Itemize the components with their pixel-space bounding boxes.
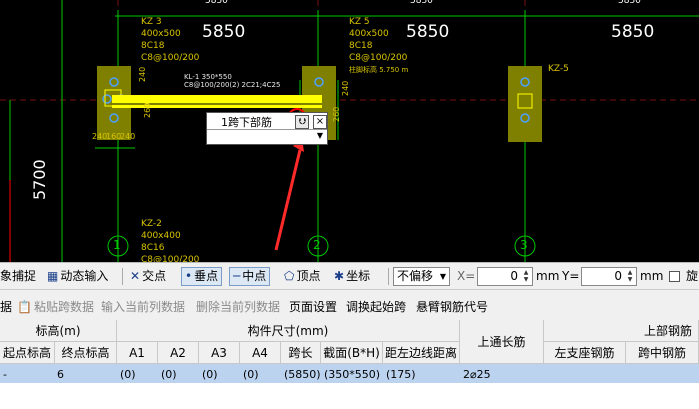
axis-label-2: 2 [313, 238, 321, 252]
bottom-value-1: 240 [92, 132, 108, 141]
y-unit: mm [640, 269, 664, 283]
column-kz5b-label: KZ-5 [548, 64, 569, 74]
dim-span-3: 5850 [611, 22, 655, 42]
combo-arrow-icon[interactable]: ▼ [317, 131, 323, 140]
col-mid-span-rebar: 跨中钢筋 [626, 342, 699, 364]
bottom-value-3: 240 [120, 132, 136, 141]
paste-icon: 📋 [17, 300, 32, 314]
x-coordinate-input[interactable]: 0 ▲ ▼ [477, 267, 533, 286]
cell-end-elevation[interactable]: 6 [57, 368, 64, 381]
side-value-2: 240 [341, 80, 350, 96]
side-value-3: 260 [143, 102, 152, 118]
cell-top-continuous-bar[interactable]: 2⌀25 [463, 368, 491, 381]
popup-header: 1跨下部筋 ⮋ × [207, 113, 327, 130]
col-left-offset: 距左边线距离 [383, 342, 460, 364]
x-unit: mm [536, 269, 560, 283]
cell-span-length[interactable]: (5850) [284, 368, 321, 381]
input-column-data-button[interactable]: 输入当前列数据 [101, 298, 185, 315]
toolbar-separator [122, 268, 123, 285]
cell-section[interactable]: (350*550) [324, 368, 380, 381]
cell-a4[interactable]: (0) [243, 368, 259, 381]
table-row[interactable]: - 6 (0) (0) (0) (0) (5850) (350*550) (17… [0, 364, 699, 383]
cell-a1[interactable]: (0) [120, 368, 136, 381]
dim-span-1: 5850 [202, 22, 246, 42]
annotation-arrow [274, 149, 302, 251]
cell-start-elevation[interactable]: - [3, 368, 7, 381]
col-a3: A3 [199, 342, 240, 364]
toolbar-separator [388, 268, 389, 285]
cell-left-offset[interactable]: (175) [386, 368, 416, 381]
cell-a2[interactable]: (0) [161, 368, 177, 381]
header-top-continuous-bar: 上通长筋 [460, 320, 544, 364]
dim-side: 5700 [30, 159, 49, 200]
vertex-icon: ⬠ [284, 269, 295, 283]
dim-span-2: 5850 [406, 22, 450, 42]
cell-a3[interactable]: (0) [202, 368, 218, 381]
dropdown-arrow-icon: ▼ [439, 272, 446, 281]
col-a2: A2 [158, 342, 199, 364]
intersection-icon: ✕ [130, 269, 141, 283]
coordinate-icon: ✱ [334, 269, 345, 283]
bottom-value-2: 160 [106, 132, 122, 141]
side-value-4: 260 [332, 106, 341, 122]
header-elevation: 标高(m) [0, 320, 117, 342]
axis-label-1: 1 [113, 238, 121, 252]
midpoint-snap-button[interactable]: ─ 中点 [229, 267, 271, 286]
col-start-elevation: 起点标高 [0, 342, 55, 364]
column-kz3-label: KZ 3 400x500 8C18 C8@100/200 [141, 17, 200, 63]
spinner-icon[interactable]: ▲ ▼ [521, 269, 531, 284]
perpendicular-icon: • [185, 269, 193, 283]
delete-column-data-button[interactable]: 删除当前列数据 [196, 298, 280, 315]
dim-top-3: 5850 [618, 0, 641, 6]
rebar-input-popup[interactable]: 1跨下部筋 ⮋ × ▼ [206, 112, 328, 145]
page-setup-button[interactable]: 页面设置 [289, 298, 337, 315]
popup-title: 1跨下部筋 [221, 116, 272, 129]
rotate-label: 旋 [686, 269, 699, 283]
spinner-icon[interactable]: ▲ ▼ [625, 269, 635, 284]
cantilever-rebar-code-button[interactable]: 悬臂钢筋代号 [416, 298, 488, 315]
col-a4: A4 [240, 342, 281, 364]
header-member-size: 构件尺寸(mm) [117, 320, 460, 342]
intersection-snap-button[interactable]: ✕ 交点 [130, 267, 166, 286]
x-label: X= [457, 269, 476, 283]
side-value-1: 240 [138, 66, 147, 82]
expand-chevron-icon[interactable]: ⮋ [295, 115, 309, 129]
y-label: Y= [562, 269, 580, 283]
column-kz2-label: KZ-2 400x400 8C16 C8@100/200 [141, 219, 200, 262]
col-end-elevation: 终点标高 [55, 342, 117, 364]
col-section: 截面(B*H) [321, 342, 383, 364]
data-action[interactable]: 据 [0, 298, 12, 315]
offset-mode-select[interactable]: 不偏移 ▼ [393, 267, 450, 286]
y-coordinate-input[interactable]: 0 ▲ ▼ [581, 267, 637, 286]
vertex-snap-button[interactable]: ⬠ 顶点 [284, 267, 320, 286]
col-a1: A1 [117, 342, 158, 364]
dim-top-1: 5850 [205, 0, 228, 6]
rotate-checkbox[interactable] [669, 271, 680, 282]
beam-label: KL-1 350*550 C8@100/200(2) 2C21;4C25 [184, 73, 281, 89]
span-data-table: 标高(m) 构件尺寸(mm) 上通长筋 上部钢筋 起点标高 终点标高 A1 A2… [0, 320, 699, 409]
object-snap-button[interactable]: 象捕捉 [0, 267, 36, 286]
column-kz5-label: KZ 5 400x500 8C18 C8@100/200 柱脚标高 5.750 … [349, 17, 409, 74]
cad-drawing-canvas[interactable]: 5850 5850 5850 5850 5850 5850 5700 KZ 3 … [0, 0, 699, 262]
table-empty-area [0, 383, 699, 409]
dynamic-input-button[interactable]: ▦ 动态输入 [47, 267, 108, 286]
coordinate-snap-button[interactable]: ✱ 坐标 [334, 267, 370, 286]
dim-top-2: 5850 [410, 0, 433, 6]
dynamic-input-icon: ▦ [47, 269, 59, 283]
col-span-length: 跨长 [281, 342, 321, 364]
perpendicular-snap-button[interactable]: • 垂点 [181, 267, 223, 286]
rebar-value-combo[interactable]: ▼ [207, 130, 327, 144]
axis-label-3: 3 [520, 238, 528, 252]
midpoint-icon: ─ [233, 269, 241, 283]
close-button[interactable]: × [313, 115, 327, 129]
swap-start-span-button[interactable]: 调换起始跨 [346, 298, 406, 315]
table-action-bar: 据 📋 粘贴跨数据 输入当前列数据 删除当前列数据 页面设置 调换起始跨 悬臂钢筋… [0, 290, 699, 320]
paste-span-data-button[interactable]: 📋 粘贴跨数据 [17, 298, 94, 315]
snap-toolbar: 象捕捉 ▦ 动态输入 ✕ 交点 • 垂点 ─ 中点 ⬠ 顶点 ✱ 坐标 不偏移 ▼ X= 0 ▲… [0, 262, 699, 290]
col-left-support-rebar: 左支座钢筋 [544, 342, 626, 364]
header-top-rebar: 上部钢筋 [544, 320, 699, 342]
